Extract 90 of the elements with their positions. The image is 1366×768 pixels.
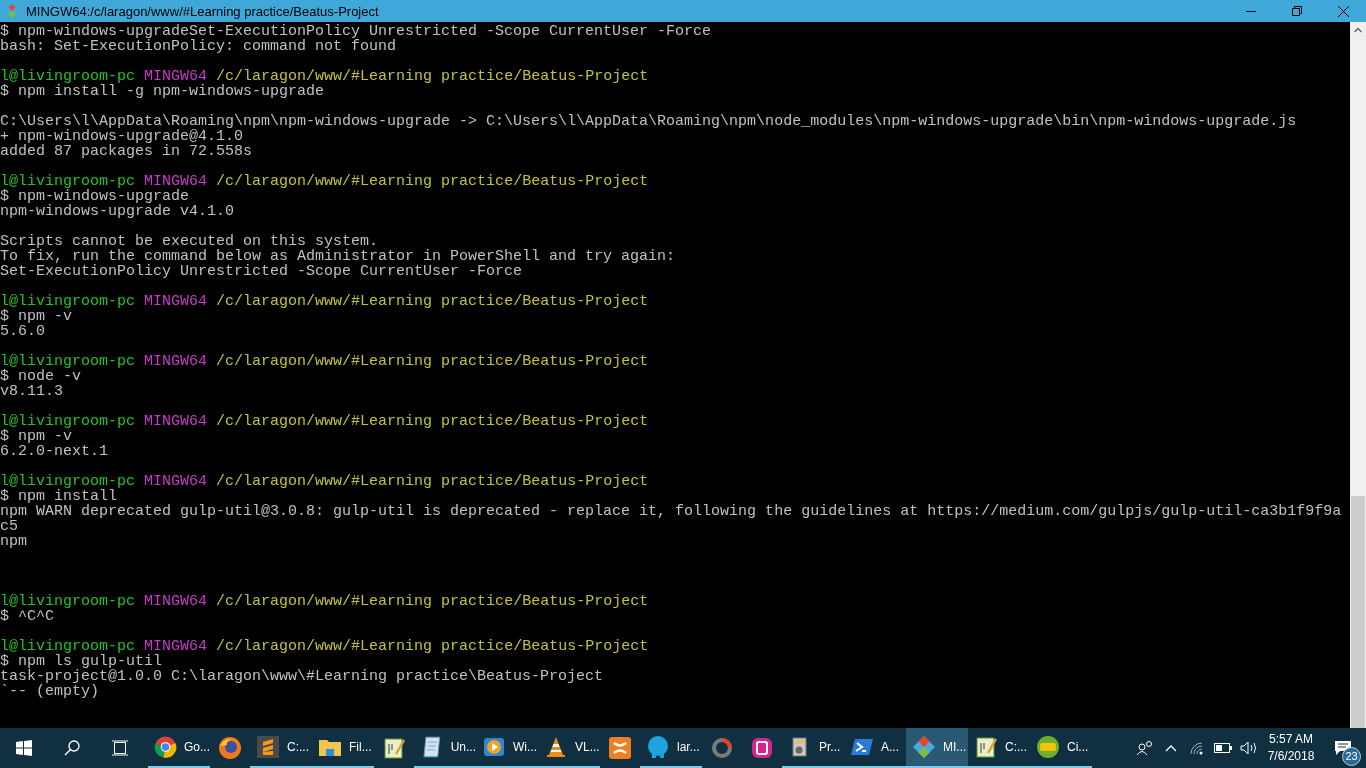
restore-icon	[1292, 6, 1302, 16]
terminal-line: npm	[0, 533, 27, 550]
chrome-icon	[154, 735, 177, 759]
notification-count: 23	[1342, 747, 1361, 766]
prompt-path: /c/laragon/www/#Learning practice/Beatus-Project	[216, 293, 649, 310]
prompt-shell: MINGW64	[144, 593, 208, 610]
search-icon	[64, 740, 80, 756]
terminal-line: Set-ExecutionPolicy Unrestricted -Scope CurrentUser -Force	[0, 263, 523, 280]
taskbar-app[interactable]: Ci...	[1030, 728, 1092, 768]
prompt-shell: MINGW64	[144, 413, 208, 430]
terminal-line: npm WARN deprecated gulp-util@3.0.8: gulp-util is deprecated - replace it, following the guidelines at https://medium.com/gulpjs/gulp-util-ca3b1f9f9a	[0, 503, 1342, 520]
battery-icon	[1214, 743, 1232, 753]
prompt-shell: MINGW64	[144, 68, 208, 85]
prompt-user-host: l@livingroom-pc	[0, 293, 136, 310]
prompt-path: /c/laragon/www/#Learning practice/Beatus-Project	[216, 68, 649, 85]
terminal-line: $ npm install -g npm-windows-upgrade	[0, 83, 325, 100]
notepad-icon	[974, 735, 998, 759]
prompt-user-host: l@livingroom-pc	[0, 473, 136, 490]
git-diamond-icon	[4, 3, 20, 19]
chevron-up-icon	[1165, 744, 1177, 752]
taskbar-app[interactable]: MI...	[906, 728, 968, 768]
terminal-line: npm-windows-upgrade v4.1.0	[0, 203, 235, 220]
terminal-line: Scripts cannot be executed on this system.	[0, 233, 379, 250]
terminal-line: $ npm ls gulp-util	[0, 653, 163, 670]
prompt-shell: MINGW64	[144, 353, 208, 370]
xampp-icon	[608, 736, 632, 760]
scroll-thumb[interactable]	[1351, 496, 1365, 728]
terminal-line: $ ^C^C	[0, 608, 54, 625]
rounded-square-icon	[750, 736, 774, 760]
hs-badge-icon	[1036, 735, 1060, 759]
terminal-line: 5.6.0	[0, 323, 45, 340]
terminal-line: $ npm -v	[0, 428, 72, 445]
window-title: MINGW64:/c/laragon/www/#Learning practice/Beatus-Project	[26, 3, 379, 19]
terminal-line: added 87 packages in 72.558s	[0, 143, 253, 160]
taskbar-app[interactable]: C:...	[968, 728, 1030, 768]
ring-icon	[710, 736, 734, 760]
clock-button[interactable]: 5:57 AM 7/6/2018	[1262, 728, 1320, 768]
terminal-line: C:\Users\l\AppData\Roaming\npm\npm-windows-upgrade -> C:\Users\l\AppData\Roaming\npm\node_modules\npm-windows-upgrade\bin\npm-windows-upgrade.js	[0, 113, 1297, 130]
taskbar-app[interactable]: Un...	[414, 728, 476, 768]
speaker-icon	[1240, 741, 1258, 755]
taskbar-app[interactable]: VL...	[538, 728, 600, 768]
terminal-line: To fix, run the command below as Administrator in PowerShell and try again:	[0, 248, 676, 265]
prompt-shell: MINGW64	[144, 473, 208, 490]
prompt-path: /c/laragon/www/#Learning practice/Beatus-Project	[216, 413, 649, 430]
prompt-user-host: l@livingroom-pc	[0, 593, 136, 610]
prompt-shell: MINGW64	[144, 173, 208, 190]
taskbar-app[interactable]: Wi...	[476, 728, 538, 768]
taskbar-app[interactable]: C:...	[250, 728, 312, 768]
people-icon	[1136, 740, 1154, 756]
prompt-user-host: l@livingroom-pc	[0, 353, 136, 370]
terminal-line: + npm-windows-upgrade@4.1.0	[0, 128, 244, 145]
prompt-user-host: l@livingroom-pc	[0, 68, 136, 85]
prompt-path: /c/laragon/www/#Learning practice/Beatus-Project	[216, 593, 649, 610]
prompt-path: /c/laragon/www/#Learning practice/Beatus-Project	[216, 353, 649, 370]
taskbar-app[interactable]: Pr...	[782, 728, 844, 768]
scrollbar[interactable]	[1350, 22, 1366, 728]
prompt-user-host: l@livingroom-pc	[0, 638, 136, 655]
action-center-button[interactable]: 23	[1320, 728, 1366, 768]
terminal-line: c5	[0, 518, 18, 535]
terminal-line: v8.11.3	[0, 383, 63, 400]
prompt-shell: MINGW64	[144, 638, 208, 655]
terminal-line: 6.2.0-next.1	[0, 443, 109, 460]
terminal-line: $ npm-windows-upgrade	[0, 188, 190, 205]
prompt-shell: MINGW64	[144, 293, 208, 310]
notepad-icon	[382, 736, 406, 760]
terminal-line: `-- (empty)	[0, 683, 100, 700]
terminal-line: bash: Set-ExecutionPolicy: command not found	[0, 38, 397, 55]
traffic-cone-icon	[544, 735, 568, 759]
prompt-path: /c/laragon/www/#Learning practice/Beatus-Project	[216, 473, 649, 490]
terminal-line: $ npm -v	[0, 308, 72, 325]
taskbar-app[interactable]: Fil...	[312, 728, 374, 768]
sublime-icon	[256, 735, 280, 759]
terminal-line: $ npm install	[0, 488, 118, 505]
firefox-icon	[218, 736, 242, 760]
taskbar-app[interactable]: Go...	[148, 728, 210, 768]
windows-logo-icon	[16, 740, 32, 756]
prompt-path: /c/laragon/www/#Learning practice/Beatus-Project	[216, 173, 649, 190]
prompt-user-host: l@livingroom-pc	[0, 173, 136, 190]
elephant-icon	[646, 735, 670, 759]
prompt-user-host: l@livingroom-pc	[0, 413, 136, 430]
taskbar-app[interactable]: lar...	[640, 728, 702, 768]
terminal-line: $ npm-windows-upgradeSet-ExecutionPolicy Unrestricted -Scope CurrentUser -Force	[0, 23, 712, 40]
terminal-line: $ node -v	[0, 368, 81, 385]
task-view-icon	[112, 740, 128, 756]
git-diamond-icon	[912, 735, 936, 759]
terminal-line: task-project@1.0.0 C:\laragon\www\#Learning practice\Beatus-Project	[0, 668, 604, 685]
media-player-icon	[482, 735, 506, 759]
prompt-path: /c/laragon/www/#Learning practice/Beatus-Project	[216, 638, 649, 655]
wifi-icon	[1189, 741, 1205, 755]
close-icon	[1337, 5, 1349, 17]
